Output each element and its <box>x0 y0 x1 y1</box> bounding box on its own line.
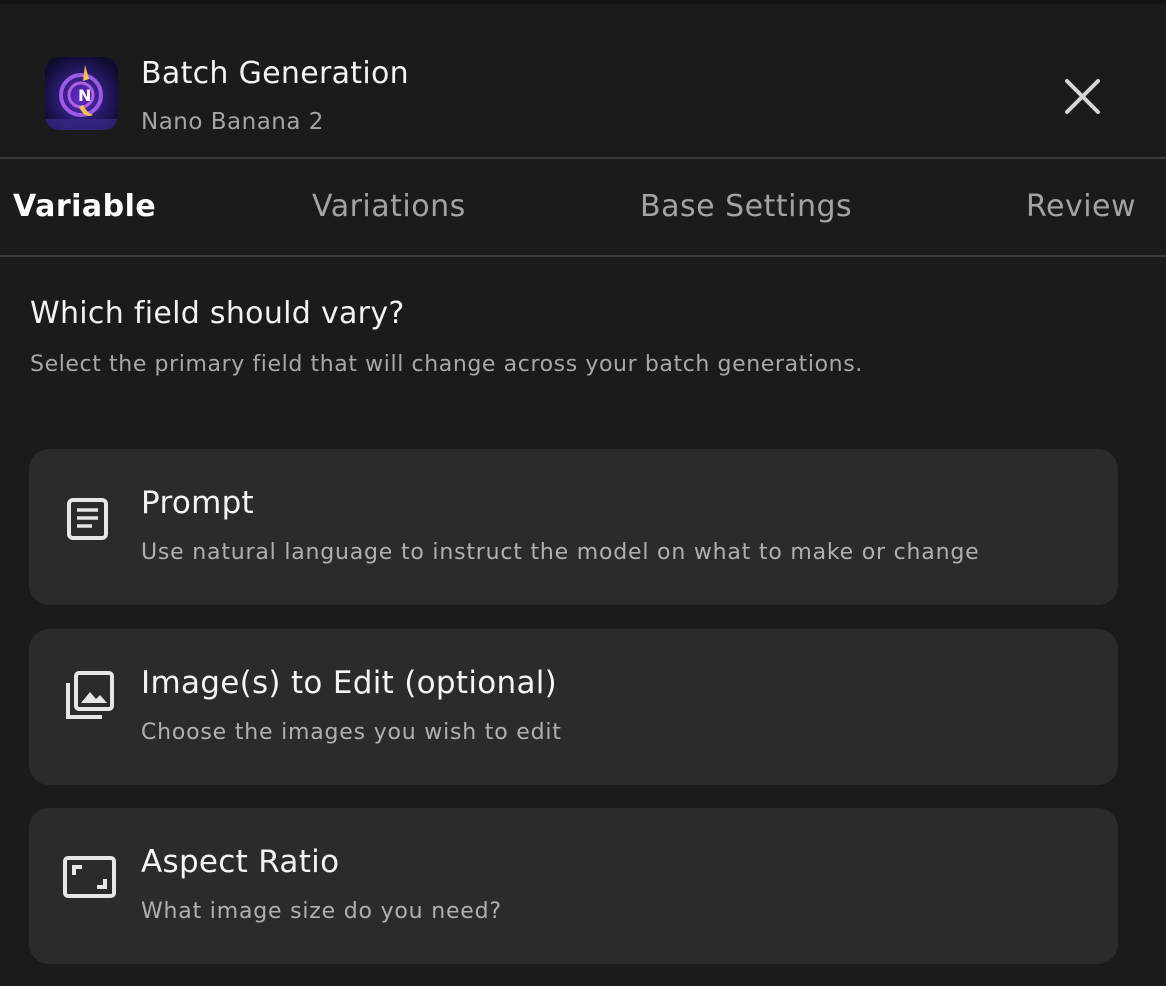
aspect-ratio-icon <box>62 850 116 904</box>
option-description: Use natural language to instruct the mod… <box>141 540 980 565</box>
dialog-title: Batch Generation <box>141 56 409 91</box>
option-card-prompt[interactable]: Prompt Use natural language to instruct … <box>29 449 1118 605</box>
option-card-aspect-ratio[interactable]: Aspect Ratio What image size do you need… <box>29 808 1118 964</box>
option-title: Aspect Ratio <box>141 844 340 880</box>
tab-variable[interactable]: Variable <box>13 189 156 224</box>
dialog-header: N Batch Generation Nano Banana 2 <box>0 4 1166 159</box>
section-description: Select the primary field that will chang… <box>30 352 863 377</box>
model-name: Nano Banana 2 <box>141 109 324 135</box>
svg-text:N: N <box>78 86 91 105</box>
close-button[interactable] <box>1058 74 1106 122</box>
tab-variations[interactable]: Variations <box>312 189 466 224</box>
image-stack-icon <box>62 669 116 723</box>
option-description: Choose the images you wish to edit <box>141 720 562 745</box>
app-logo: N <box>45 57 118 130</box>
tab-review[interactable]: Review <box>1026 189 1136 224</box>
section-heading: Which field should vary? <box>30 296 405 331</box>
option-title: Image(s) to Edit (optional) <box>141 665 558 701</box>
option-description: What image size do you need? <box>141 899 502 924</box>
document-icon <box>62 492 116 546</box>
option-card-images-to-edit[interactable]: Image(s) to Edit (optional) Choose the i… <box>29 629 1118 785</box>
tab-base-settings[interactable]: Base Settings <box>640 189 852 224</box>
close-icon <box>1065 79 1100 114</box>
option-title: Prompt <box>141 485 255 521</box>
step-tabs: Variable Variations Base Settings Review <box>0 159 1166 257</box>
